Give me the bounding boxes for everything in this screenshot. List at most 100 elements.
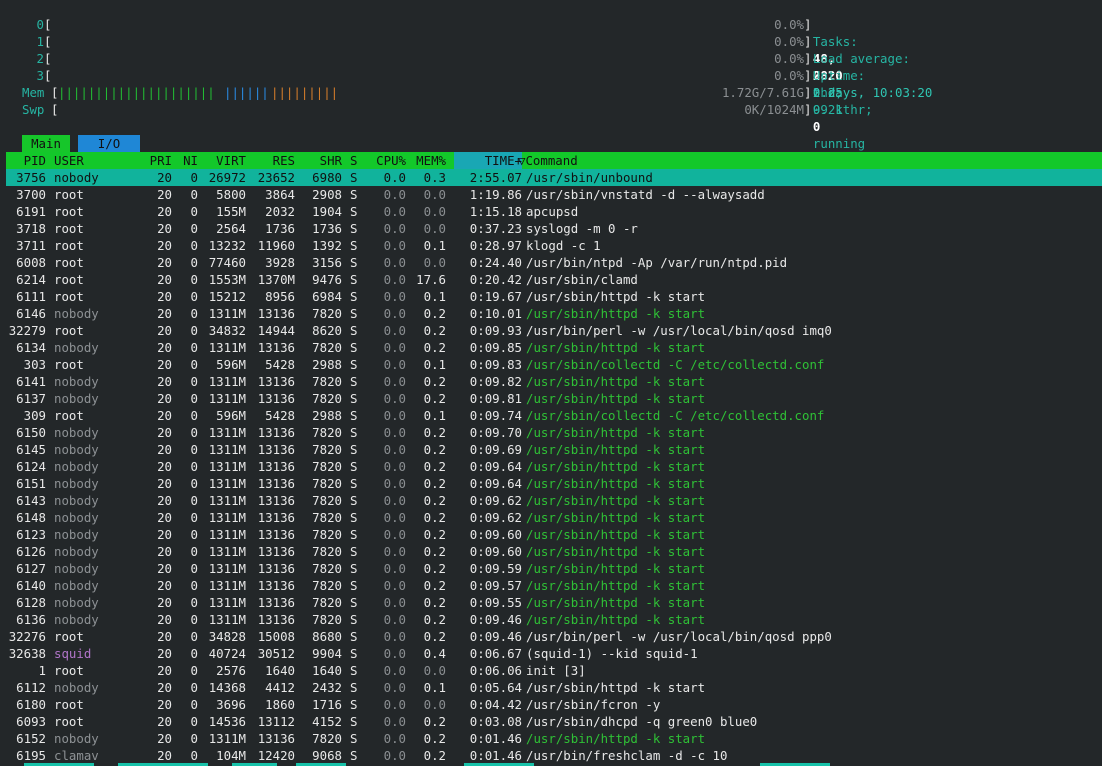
- column-state[interactable]: S: [350, 152, 357, 169]
- process-row[interactable]: 6148 nobody 20 0 1311M 13136 7820 S 0.0 0.2 0:09.6…: [6, 509, 1102, 526]
- cell-command: syslogd -m 0 -r: [526, 221, 638, 236]
- cell-user: root: [54, 663, 84, 678]
- cell-command: /usr/sbin/httpd -k start: [526, 527, 706, 542]
- cell-ni: 0: [190, 306, 198, 321]
- cell-pri: 20: [157, 561, 172, 576]
- cell-shr: 2908: [312, 187, 342, 202]
- process-row[interactable]: 6126 nobody 20 0 1311M 13136 7820 S 0.0 0.2 0:09.6…: [6, 543, 1102, 560]
- column-cpu[interactable]: CPU%: [366, 152, 406, 169]
- process-row[interactable]: 6127 nobody 20 0 1311M 13136 7820 S 0.0 0.2 0:09.5…: [6, 560, 1102, 577]
- cell-state: S: [350, 510, 358, 525]
- tab-io[interactable]: I/O: [78, 135, 140, 152]
- cell-command: /usr/sbin/httpd -k start: [526, 493, 706, 508]
- cell-shr: 2988: [312, 357, 342, 372]
- cpu-bracket-open: [: [44, 51, 52, 66]
- cell-virt: 1311M: [208, 425, 246, 440]
- process-row[interactable]: 3711 root 20 0 13232 11960 1392 S 0.0 0.1 0:28.97 k…: [6, 237, 1102, 254]
- column-pid[interactable]: PID: [6, 152, 46, 169]
- cell-mem: 0.2: [423, 578, 446, 593]
- cell-virt: 14536: [208, 714, 246, 729]
- column-virt[interactable]: VIRT: [202, 152, 246, 169]
- cell-command: /usr/sbin/httpd -k start: [526, 306, 706, 321]
- process-row[interactable]: 6134 nobody 20 0 1311M 13136 7820 S 0.0 0.2 0:09.8…: [6, 339, 1102, 356]
- cell-cpu: 0.0: [383, 374, 406, 389]
- process-row[interactable]: 6137 nobody 20 0 1311M 13136 7820 S 0.0 0.2 0:09.8…: [6, 390, 1102, 407]
- process-row[interactable]: 6141 nobody 20 0 1311M 13136 7820 S 0.0 0.2 0:09.8…: [6, 373, 1102, 390]
- column-shr[interactable]: SHR: [302, 152, 342, 169]
- process-row[interactable]: 309 root 20 0 596M 5428 2988 S 0.0 0.1 0:09.74/usr…: [6, 407, 1102, 424]
- cell-shr: 1736: [312, 221, 342, 236]
- cell-mem: 0.2: [423, 527, 446, 542]
- process-row[interactable]: 303 root 20 0 596M 5428 2988 S 0.0 0.1 0:09.83/usr…: [6, 356, 1102, 373]
- cell-state: S: [350, 221, 358, 236]
- process-row[interactable]: 6146 nobody 20 0 1311M 13136 7820 S 0.0 0.2 0:10.0…: [6, 305, 1102, 322]
- process-row[interactable]: 6180 root 20 0 3696 1860 1716 S 0.0 0.0 0:04.42/us…: [6, 696, 1102, 713]
- cell-cpu: 0.0: [383, 425, 406, 440]
- process-row[interactable]: 6143 nobody 20 0 1311M 13136 7820 S 0.0 0.2 0:09.6…: [6, 492, 1102, 509]
- column-res[interactable]: RES: [249, 152, 295, 169]
- cell-ni: 0: [190, 408, 198, 423]
- cell-pid: 6008: [16, 255, 46, 270]
- cell-res: 13136: [257, 459, 295, 474]
- cell-user: root: [54, 272, 84, 287]
- cell-mem: 0.1: [423, 289, 446, 304]
- cell-res: 13136: [257, 493, 295, 508]
- cell-pid: 6093: [16, 714, 46, 729]
- process-row[interactable]: 6140 nobody 20 0 1311M 13136 7820 S 0.0 0.2 0:09.5…: [6, 577, 1102, 594]
- process-row[interactable]: 32276 root 20 0 34828 15008 8680 S 0.0 0.2 0:09.46…: [6, 628, 1102, 645]
- cell-state: S: [350, 748, 358, 763]
- process-row[interactable]: 32279 root 20 0 34832 14944 8620 S 0.0 0.2 0:09.93…: [6, 322, 1102, 339]
- process-row[interactable]: 6128 nobody 20 0 1311M 13136 7820 S 0.0 0.2 0:09.5…: [6, 594, 1102, 611]
- tab-main[interactable]: Main: [22, 135, 70, 152]
- process-row[interactable]: 6008 root 20 0 77460 3928 3156 S 0.0 0.0 0:24.40/u…: [6, 254, 1102, 271]
- cell-command: /usr/sbin/httpd -k start: [526, 340, 706, 355]
- cell-res: 1640: [265, 663, 295, 678]
- cell-pri: 20: [157, 170, 172, 185]
- cell-time: 0:03.08: [469, 714, 522, 729]
- cell-ni: 0: [190, 238, 198, 253]
- process-row[interactable]: 6136 nobody 20 0 1311M 13136 7820 S 0.0 0.2 0:09.4…: [6, 611, 1102, 628]
- cell-shr: 6980: [312, 170, 342, 185]
- cell-pid: 6140: [16, 578, 46, 593]
- column-mem[interactable]: MEM%: [408, 152, 446, 169]
- process-row[interactable]: 1 root 20 0 2576 1640 1640 S 0.0 0.0 0:06.06 init […: [6, 662, 1102, 679]
- process-row[interactable]: 6150 nobody 20 0 1311M 13136 7820 S 0.0 0.2 0:09.7…: [6, 424, 1102, 441]
- column-command[interactable]: ▽Command: [518, 152, 578, 169]
- process-row[interactable]: 3700 root 20 0 5800 3864 2908 S 0.0 0.0 1:19.86/us…: [6, 186, 1102, 203]
- cell-time: 0:04.42: [469, 697, 522, 712]
- process-row[interactable]: 6151 nobody 20 0 1311M 13136 7820 S 0.0 0.2 0:09.6…: [6, 475, 1102, 492]
- cell-ni: 0: [190, 731, 198, 746]
- process-row[interactable]: 6145 nobody 20 0 1311M 13136 7820 S 0.0 0.2 0:09.6…: [6, 441, 1102, 458]
- process-row[interactable]: 6123 nobody 20 0 1311M 13136 7820 S 0.0 0.2 0:09.6…: [6, 526, 1102, 543]
- cell-time: 0:06.06: [469, 663, 522, 678]
- cell-command: /usr/sbin/httpd -k start: [526, 595, 706, 610]
- swap-bracket-open: [: [51, 102, 59, 117]
- cell-pid: 6128: [16, 595, 46, 610]
- process-row[interactable]: 6111 root 20 0 15212 8956 6984 S 0.0 0.1 0:19.67/u…: [6, 288, 1102, 305]
- process-row[interactable]: 6112 nobody 20 0 14368 4412 2432 S 0.0 0.1 0:05.64…: [6, 679, 1102, 696]
- load-15min: 0.21: [812, 102, 843, 117]
- cell-cpu: 0.0: [383, 697, 406, 712]
- cell-virt: 1311M: [208, 612, 246, 627]
- cell-time: 0:09.64: [469, 476, 522, 491]
- process-row[interactable]: 6214 root 20 0 1553M 1370M 9476 S 0.0 17.6 0:20.42…: [6, 271, 1102, 288]
- cell-command: /usr/sbin/httpd -k start: [526, 731, 706, 746]
- column-ni[interactable]: NI: [174, 152, 198, 169]
- cell-res: 13136: [257, 476, 295, 491]
- cell-virt: 14368: [208, 680, 246, 695]
- process-row[interactable]: 6195 clamav 20 0 104M 12420 9068 S 0.0 0.2 0:01.46…: [6, 747, 1102, 764]
- cell-cpu: 0.0: [383, 442, 406, 457]
- process-row[interactable]: 3718 root 20 0 2564 1736 1736 S 0.0 0.0 0:37.23 sys…: [6, 220, 1102, 237]
- cell-ni: 0: [190, 289, 198, 304]
- process-row[interactable]: 32638 squid 20 0 40724 30512 9904 S 0.0 0.4 0:06.6…: [6, 645, 1102, 662]
- column-time-sorted[interactable]: TIME+: [454, 152, 522, 169]
- column-user[interactable]: USER: [54, 152, 84, 169]
- process-row[interactable]: 6152 nobody 20 0 1311M 13136 7820 S 0.0 0.2 0:01.4…: [6, 730, 1102, 747]
- cell-cpu: 0.0: [383, 323, 406, 338]
- uptime-label: Uptime:: [812, 68, 866, 83]
- process-row[interactable]: 6191 root 20 0 155M 2032 1904 S 0.0 0.0 1:15.18 apc…: [6, 203, 1102, 220]
- process-row-selected[interactable]: 3756 nobody 20 0 26972 23652 6980 S 0.0 0.3 2:55.0…: [6, 169, 1102, 186]
- process-row[interactable]: 6093 root 20 0 14536 13112 4152 S 0.0 0.2 0:03.08 /…: [6, 713, 1102, 730]
- column-pri[interactable]: PRI: [136, 152, 172, 169]
- process-row[interactable]: 6124 nobody 20 0 1311M 13136 7820 S 0.0 0.2 0:09.6…: [6, 458, 1102, 475]
